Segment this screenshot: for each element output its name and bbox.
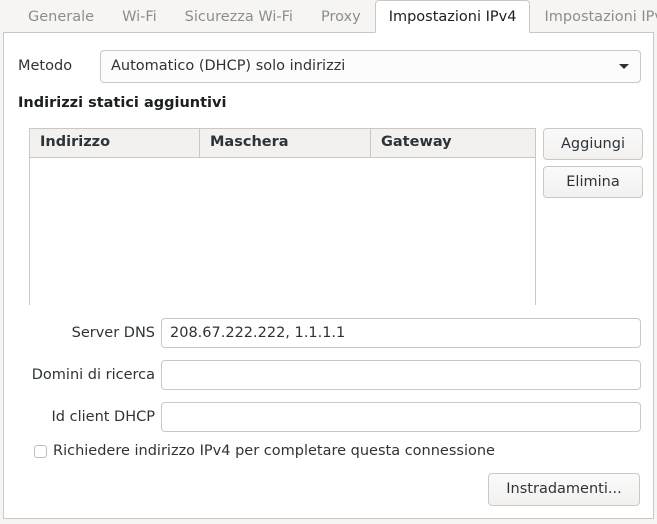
method-dropdown[interactable]: Automatico (DHCP) solo indirizzi [100,49,641,83]
tab-sicurezza-wifi[interactable]: Sicurezza Wi-Fi [171,0,307,33]
column-header-maschera[interactable]: Maschera [200,129,371,157]
require-ipv4-checkbox[interactable] [34,444,47,458]
delete-address-button[interactable]: Elimina [543,166,643,198]
tab-wifi[interactable]: Wi-Fi [108,0,171,33]
tab-label: Impostazioni IPv4 [388,9,517,25]
require-ipv4-checkbox-row[interactable]: Richiedere indirizzo IPv4 per completare… [34,443,495,459]
tab-bar: Generale Wi-Fi Sicurezza Wi-Fi Proxy Imp… [0,0,657,33]
chevron-down-icon [619,64,629,69]
method-value: Automatico (DHCP) solo indirizzi [111,58,346,74]
add-address-button[interactable]: Aggiungi [543,128,643,160]
dhcp-client-id-input[interactable] [161,402,641,432]
search-domains-input[interactable] [161,360,641,390]
tab-impostazioni-ipv6[interactable]: Impostazioni IPv6 [530,0,657,33]
dhcp-client-id-label: Id client DHCP [51,409,155,425]
tab-label: Proxy [320,9,361,25]
tab-impostazioni-ipv4[interactable]: Impostazioni IPv4 [374,0,531,33]
ipv4-settings-dialog: Generale Wi-Fi Sicurezza Wi-Fi Proxy Imp… [0,0,657,524]
search-domains-label: Domini di ricerca [31,367,155,383]
search-domains-field-row: Domini di ricerca [18,360,641,390]
table-header-row: Indirizzo Maschera Gateway [30,129,535,158]
routes-button[interactable]: Instradamenti... [488,473,640,506]
tab-label: Sicurezza Wi-Fi [184,9,293,25]
require-ipv4-label: Richiedere indirizzo IPv4 per completare… [53,443,495,459]
ipv4-settings-panel: Metodo Automatico (DHCP) solo indirizzi … [3,32,654,519]
static-addresses-table[interactable]: Indirizzo Maschera Gateway [29,128,536,306]
dns-servers-label: Server DNS [71,325,155,341]
tab-proxy[interactable]: Proxy [307,0,375,33]
dns-servers-field-row: Server DNS 208.67.222.222, 1.1.1.1 [18,318,641,348]
method-label: Metodo [18,58,73,74]
column-header-indirizzo[interactable]: Indirizzo [30,129,200,157]
table-body-empty[interactable] [30,158,535,306]
tab-label: Impostazioni IPv6 [544,9,657,25]
tab-label: Generale [28,9,95,25]
tab-generale[interactable]: Generale [14,0,108,33]
column-header-gateway[interactable]: Gateway [371,129,535,157]
static-addresses-title: Indirizzi statici aggiuntivi [18,95,227,111]
dns-servers-input[interactable]: 208.67.222.222, 1.1.1.1 [161,318,641,348]
dhcp-client-id-field-row: Id client DHCP [18,402,641,432]
method-row: Metodo Automatico (DHCP) solo indirizzi [18,49,641,83]
tab-label: Wi-Fi [122,9,157,25]
